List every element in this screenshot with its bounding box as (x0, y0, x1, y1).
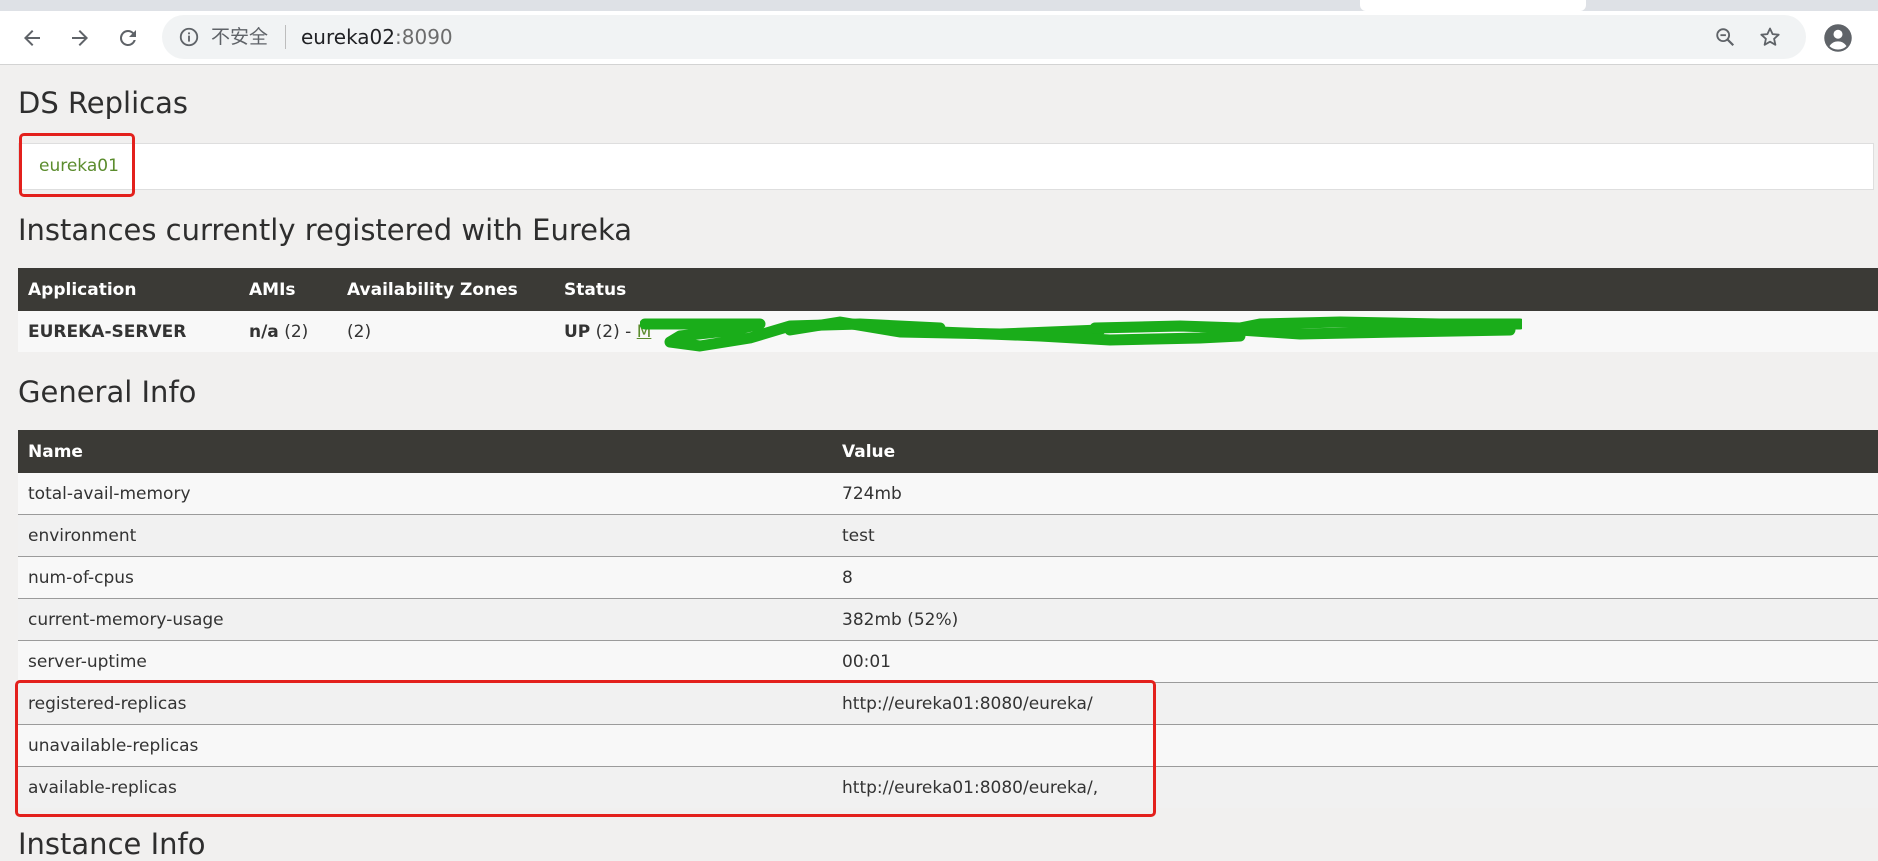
instance-info-title: Instance Info (18, 827, 206, 861)
info-value-cell: 724mb (832, 473, 1878, 515)
table-row: available-replicas http://eureka01:8080/… (18, 766, 1878, 808)
column-header: Name (18, 430, 832, 473)
reload-icon (119, 29, 136, 46)
info-name-cell: num-of-cpus (18, 556, 832, 599)
info-name-cell: unavailable-replicas (18, 724, 832, 767)
forward-arrow-icon (72, 30, 88, 46)
general-info-header-row: Name Value (18, 430, 1878, 473)
status-cell: UP (2) - M (554, 311, 1878, 352)
forward-button[interactable] (66, 24, 94, 52)
column-header: AMIs (239, 268, 337, 311)
browser-tab-strip (0, 0, 1878, 11)
table-row: total-avail-memory 724mb (18, 473, 1878, 515)
instances-table: Application AMIs Availability Zones Stat… (18, 268, 1878, 352)
column-header: Status (554, 268, 1878, 311)
info-name-cell: registered-replicas (18, 682, 832, 725)
star-icon[interactable] (1758, 25, 1782, 49)
table-row: environment test (18, 514, 1878, 557)
general-info-table: Name Value total-avail-memory 724mb envi… (18, 430, 1878, 808)
zones-cell: (2) (337, 311, 554, 352)
back-arrow-icon (24, 30, 40, 46)
info-value-cell (832, 724, 1878, 767)
back-button[interactable] (18, 24, 46, 52)
url-port: :8090 (395, 25, 453, 49)
instance-link[interactable]: M (637, 322, 652, 342)
ds-replicas-title: DS Replicas (18, 86, 188, 120)
info-value-cell: 00:01 (832, 640, 1878, 683)
browser-toolbar: 不安全 eureka02:8090 (0, 11, 1878, 65)
info-value-cell: test (832, 514, 1878, 557)
amis-count: (2) (278, 321, 309, 342)
status-count: (2) - (590, 321, 637, 342)
table-row: num-of-cpus 8 (18, 556, 1878, 599)
zoom-icon[interactable] (1714, 26, 1736, 48)
info-value-cell: http://eureka01:8080/eureka/, (832, 766, 1878, 808)
column-header: Value (832, 430, 1878, 473)
info-name-cell: current-memory-usage (18, 598, 832, 641)
url-host: eureka02 (301, 25, 396, 49)
table-row: registered-replicas http://eureka01:8080… (18, 682, 1878, 725)
info-value-cell: 382mb (52%) (832, 598, 1878, 641)
instances-header-row: Application AMIs Availability Zones Stat… (18, 268, 1878, 311)
table-row: EUREKA-SERVER n/a (2) (2) UP (2) - M (18, 311, 1878, 352)
column-header: Availability Zones (337, 268, 554, 311)
table-row: server-uptime 00:01 (18, 640, 1878, 683)
general-info-title: General Info (18, 375, 197, 409)
address-bar[interactable]: 不安全 eureka02:8090 (162, 15, 1806, 59)
table-row: current-memory-usage 382mb (52%) (18, 598, 1878, 641)
info-name-cell: available-replicas (18, 766, 832, 808)
replica-link[interactable]: eureka01 (39, 156, 119, 176)
column-header: Application (18, 268, 239, 311)
application-cell: EUREKA-SERVER (18, 311, 239, 352)
info-value-cell: http://eureka01:8080/eureka/ (832, 682, 1878, 725)
info-name-cell: total-avail-memory (18, 473, 832, 515)
info-name-cell: environment (18, 514, 832, 557)
url-text[interactable]: eureka02:8090 (301, 25, 453, 49)
amis-cell: n/a (2) (239, 311, 337, 352)
address-separator (285, 25, 286, 49)
reload-button[interactable] (114, 24, 142, 52)
active-tab[interactable] (1360, 0, 1586, 11)
status-value: UP (564, 321, 591, 342)
info-icon[interactable] (178, 26, 200, 48)
ds-replicas-list: eureka01 (18, 143, 1874, 190)
table-row: unavailable-replicas (18, 724, 1878, 767)
amis-value: n/a (249, 321, 279, 342)
security-label[interactable]: 不安全 (211, 26, 268, 48)
info-value-cell: 8 (832, 556, 1878, 599)
info-name-cell: server-uptime (18, 640, 832, 683)
account-icon[interactable] (1823, 23, 1853, 53)
instances-title: Instances currently registered with Eure… (18, 213, 633, 247)
